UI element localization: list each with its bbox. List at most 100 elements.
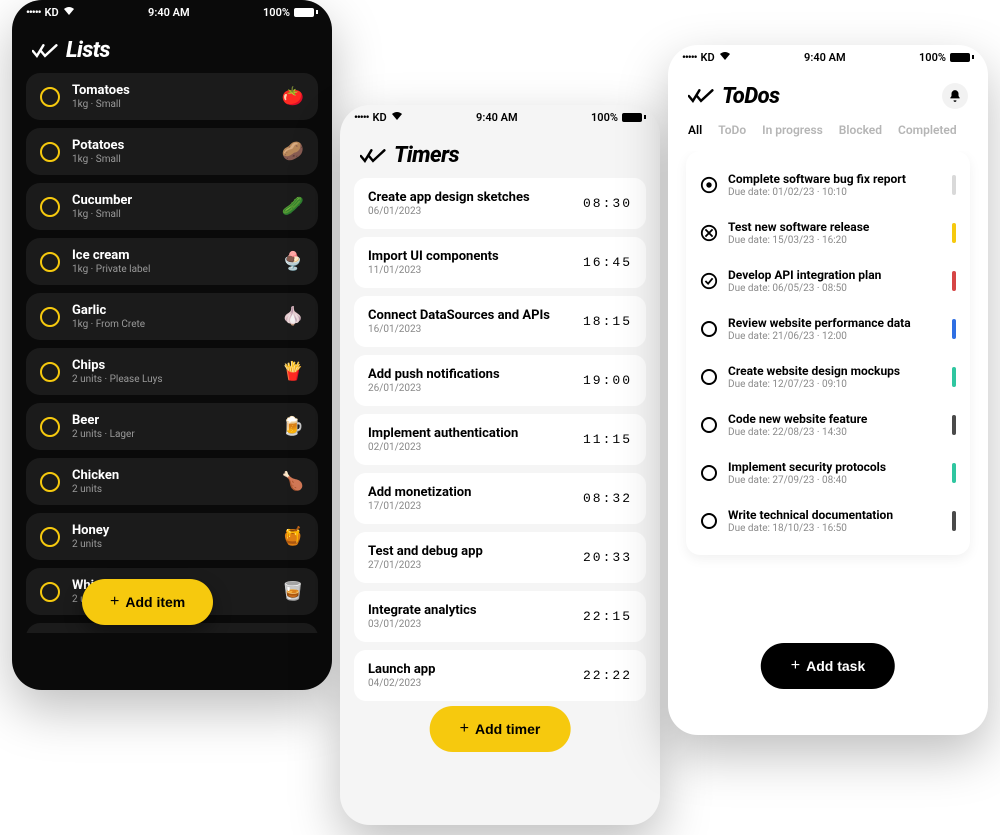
status-icon[interactable] — [700, 176, 718, 194]
list-item-text: Garlic 1kg · From Crete — [72, 303, 270, 330]
status-icon[interactable] — [700, 320, 718, 338]
todo-text: Code new website feature Due date: 22/08… — [728, 412, 942, 438]
status-icon[interactable] — [700, 464, 718, 482]
timer-date: 03/01/2023 — [368, 619, 477, 630]
todo-text: Implement security protocols Due date: 2… — [728, 460, 942, 486]
todo-item[interactable]: Code new website feature Due date: 22/08… — [696, 401, 960, 449]
checkbox-ring-icon[interactable] — [40, 307, 60, 327]
checkbox-ring-icon[interactable] — [40, 252, 60, 272]
plus-icon: + — [460, 720, 469, 738]
list-item[interactable]: Garlic 1kg · From Crete 🧄 — [26, 293, 318, 340]
timers-scroll[interactable]: Create app design sketches 06/01/2023 08… — [340, 178, 660, 758]
list-item[interactable]: Chips 2 units · Please Luys 🍟 — [26, 348, 318, 395]
timer-item[interactable]: Launch app 04/02/2023 22:22 — [354, 650, 646, 701]
timer-date: 17/01/2023 — [368, 501, 471, 512]
todo-item[interactable]: Implement security protocols Due date: 2… — [696, 449, 960, 497]
timer-item[interactable]: Create app design sketches 06/01/2023 08… — [354, 178, 646, 229]
tab-in-progress[interactable]: In progress — [762, 123, 823, 137]
status-icon[interactable] — [700, 368, 718, 386]
timer-clock: 08:32 — [583, 491, 632, 506]
list-item[interactable]: Ice cream 1kg · Private label 🍨 — [26, 238, 318, 285]
checkbox-ring-icon[interactable] — [40, 472, 60, 492]
timer-clock: 18:15 — [583, 314, 632, 329]
tab-todo[interactable]: ToDo — [718, 123, 746, 137]
phone-lists: ••••• KD 9:40 AM 100% Lists Tomatoes 1kg… — [12, 0, 332, 690]
list-item-sub: 1kg · Small — [72, 209, 270, 220]
todo-title: Complete software bug fix report — [728, 172, 942, 186]
checkbox-ring-icon[interactable] — [40, 142, 60, 162]
todo-text: Develop API integration plan Due date: 0… — [728, 268, 942, 294]
list-item[interactable]: Potatoes 1kg · Small 🥔 — [26, 128, 318, 175]
todo-title: Code new website feature — [728, 412, 942, 426]
list-item-title: Ice cream — [72, 248, 270, 263]
tab-blocked[interactable]: Blocked — [839, 123, 882, 137]
todo-item[interactable]: Write technical documentation Due date: … — [696, 497, 960, 545]
add-task-button[interactable]: + Add task — [761, 643, 895, 689]
list-item[interactable]: Honey 2 units 🍯 — [26, 513, 318, 560]
tab-completed[interactable]: Completed — [898, 123, 957, 137]
timer-item[interactable]: Integrate analytics 03/01/2023 22:15 — [354, 591, 646, 642]
list-item-title: Honey — [72, 523, 270, 538]
status-bar: ••••• KD 9:40 AM 100% — [668, 45, 988, 69]
timer-title: Add push notifications — [368, 367, 500, 382]
todos-scroll[interactable]: Complete software bug fix report Due dat… — [668, 151, 988, 691]
add-timer-button[interactable]: + Add timer — [430, 706, 571, 752]
todos-header: ToDos — [668, 69, 988, 119]
list-item[interactable]: Cucumber 1kg · Small 🥒 — [26, 183, 318, 230]
priority-tag — [952, 511, 956, 531]
checkbox-ring-icon[interactable] — [40, 582, 60, 602]
tab-all[interactable]: All — [688, 123, 702, 137]
add-item-button[interactable]: + Add item — [82, 579, 213, 625]
checkbox-ring-icon[interactable] — [40, 362, 60, 382]
list-item-text: Chips 2 units · Please Luys — [72, 358, 270, 385]
list-item-text: Potatoes 1kg · Small — [72, 138, 270, 165]
priority-tag — [952, 175, 956, 195]
logo-icon — [688, 87, 714, 105]
status-icon[interactable] — [700, 416, 718, 434]
status-icon[interactable] — [700, 224, 718, 242]
todo-sub: Due date: 15/03/23 · 16:20 — [728, 235, 942, 246]
todo-title: Develop API integration plan — [728, 268, 942, 282]
battery-icon — [294, 8, 318, 17]
timer-item[interactable]: Import UI components 11/01/2023 16:45 — [354, 237, 646, 288]
status-icon[interactable] — [700, 272, 718, 290]
todo-item[interactable]: Test new software release Due date: 15/0… — [696, 209, 960, 257]
checkbox-ring-icon[interactable] — [40, 417, 60, 437]
phone-timers: ••••• KD 9:40 AM 100% Timers Create app … — [340, 105, 660, 825]
list-item[interactable]: Beer 2 units · Lager 🍺 — [26, 403, 318, 450]
status-time: 9:40 AM — [476, 111, 518, 124]
timer-text: Add monetization 17/01/2023 — [368, 485, 471, 512]
plus-icon: + — [110, 593, 119, 611]
list-item[interactable]: Chicken 2 units 🍗 — [26, 458, 318, 505]
list-item-text: Ice cream 1kg · Private label — [72, 248, 270, 275]
todo-item[interactable]: Create website design mockups Due date: … — [696, 353, 960, 401]
todo-item[interactable]: Complete software bug fix report Due dat… — [696, 161, 960, 209]
timer-item[interactable]: Implement authentication 02/01/2023 11:1… — [354, 414, 646, 465]
carrier-label: KD — [701, 51, 715, 64]
notifications-button[interactable] — [942, 83, 968, 109]
todo-sub: Due date: 01/02/23 · 10:10 — [728, 187, 942, 198]
timer-item[interactable]: Add monetization 17/01/2023 08:32 — [354, 473, 646, 524]
todo-item[interactable]: Review website performance data Due date… — [696, 305, 960, 353]
todo-card: Complete software bug fix report Due dat… — [686, 151, 970, 555]
wifi-icon — [391, 111, 403, 124]
checkbox-ring-icon[interactable] — [40, 87, 60, 107]
list-item-text: Chicken 2 units — [72, 468, 270, 495]
food-emoji-icon: 🥃 — [282, 581, 304, 602]
timer-text: Add push notifications 26/01/2023 — [368, 367, 500, 394]
status-icon[interactable] — [700, 512, 718, 530]
list-item[interactable]: Tomatoes 1kg · Small 🍅 — [26, 73, 318, 120]
priority-tag — [952, 463, 956, 483]
timer-item[interactable]: Test and debug app 27/01/2023 20:33 — [354, 532, 646, 583]
priority-tag — [952, 319, 956, 339]
todo-item[interactable]: Develop API integration plan Due date: 0… — [696, 257, 960, 305]
timer-item[interactable]: Connect DataSources and APIs 16/01/2023 … — [354, 296, 646, 347]
todo-sub: Due date: 06/05/23 · 08:50 — [728, 283, 942, 294]
timer-date: 27/01/2023 — [368, 560, 483, 571]
checkbox-ring-icon[interactable] — [40, 197, 60, 217]
timer-item[interactable]: Add push notifications 26/01/2023 19:00 — [354, 355, 646, 406]
checkbox-ring-icon[interactable] — [40, 527, 60, 547]
lists-scroll[interactable]: Tomatoes 1kg · Small 🍅 Potatoes 1kg · Sm… — [12, 73, 332, 633]
timer-text: Test and debug app 27/01/2023 — [368, 544, 483, 571]
timers-header: Timers — [340, 129, 660, 178]
